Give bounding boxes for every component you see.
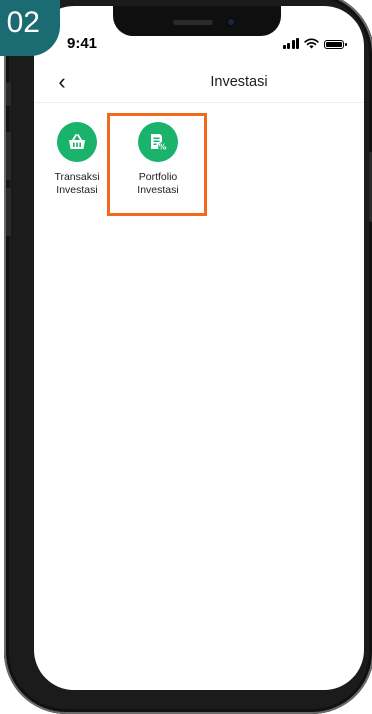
- wifi-icon: [304, 38, 319, 49]
- mute-switch: [6, 82, 11, 106]
- status-time: 9:41: [67, 35, 98, 52]
- menu-label-line1: Transaksi: [54, 171, 100, 183]
- volume-down-button: [6, 188, 11, 236]
- page-title: Investasi: [210, 74, 268, 90]
- menu-label-line2: Investasi: [137, 184, 179, 196]
- cellular-signal-icon: [282, 37, 299, 49]
- svg-text:%: %: [158, 142, 166, 151]
- menu-item-transaksi-investasi[interactable]: Transaksi Investasi: [42, 122, 112, 197]
- menu-label: Portfolio Investasi: [123, 171, 193, 197]
- battery-icon: [324, 40, 347, 49]
- shopping-basket-icon: [57, 122, 97, 162]
- menu-label: Transaksi Investasi: [42, 171, 112, 197]
- notch: [113, 6, 281, 36]
- document-percent-icon: %: [138, 122, 178, 162]
- speaker: [173, 20, 213, 25]
- menu-label-line1: Portfolio: [138, 171, 178, 183]
- header-bar: ‹ Investasi: [34, 62, 364, 103]
- menu-item-portfolio-investasi[interactable]: % Portfolio Investasi: [123, 122, 193, 197]
- status-icons: [282, 37, 347, 49]
- phone-frame: 9:41 ‹ Investasi Transaksi Investasi % P…: [4, 0, 372, 714]
- menu-label-line2: Investasi: [56, 184, 98, 196]
- phone-screen: 9:41 ‹ Investasi Transaksi Investasi % P…: [34, 6, 364, 690]
- volume-up-button: [6, 132, 11, 180]
- front-camera: [226, 17, 236, 27]
